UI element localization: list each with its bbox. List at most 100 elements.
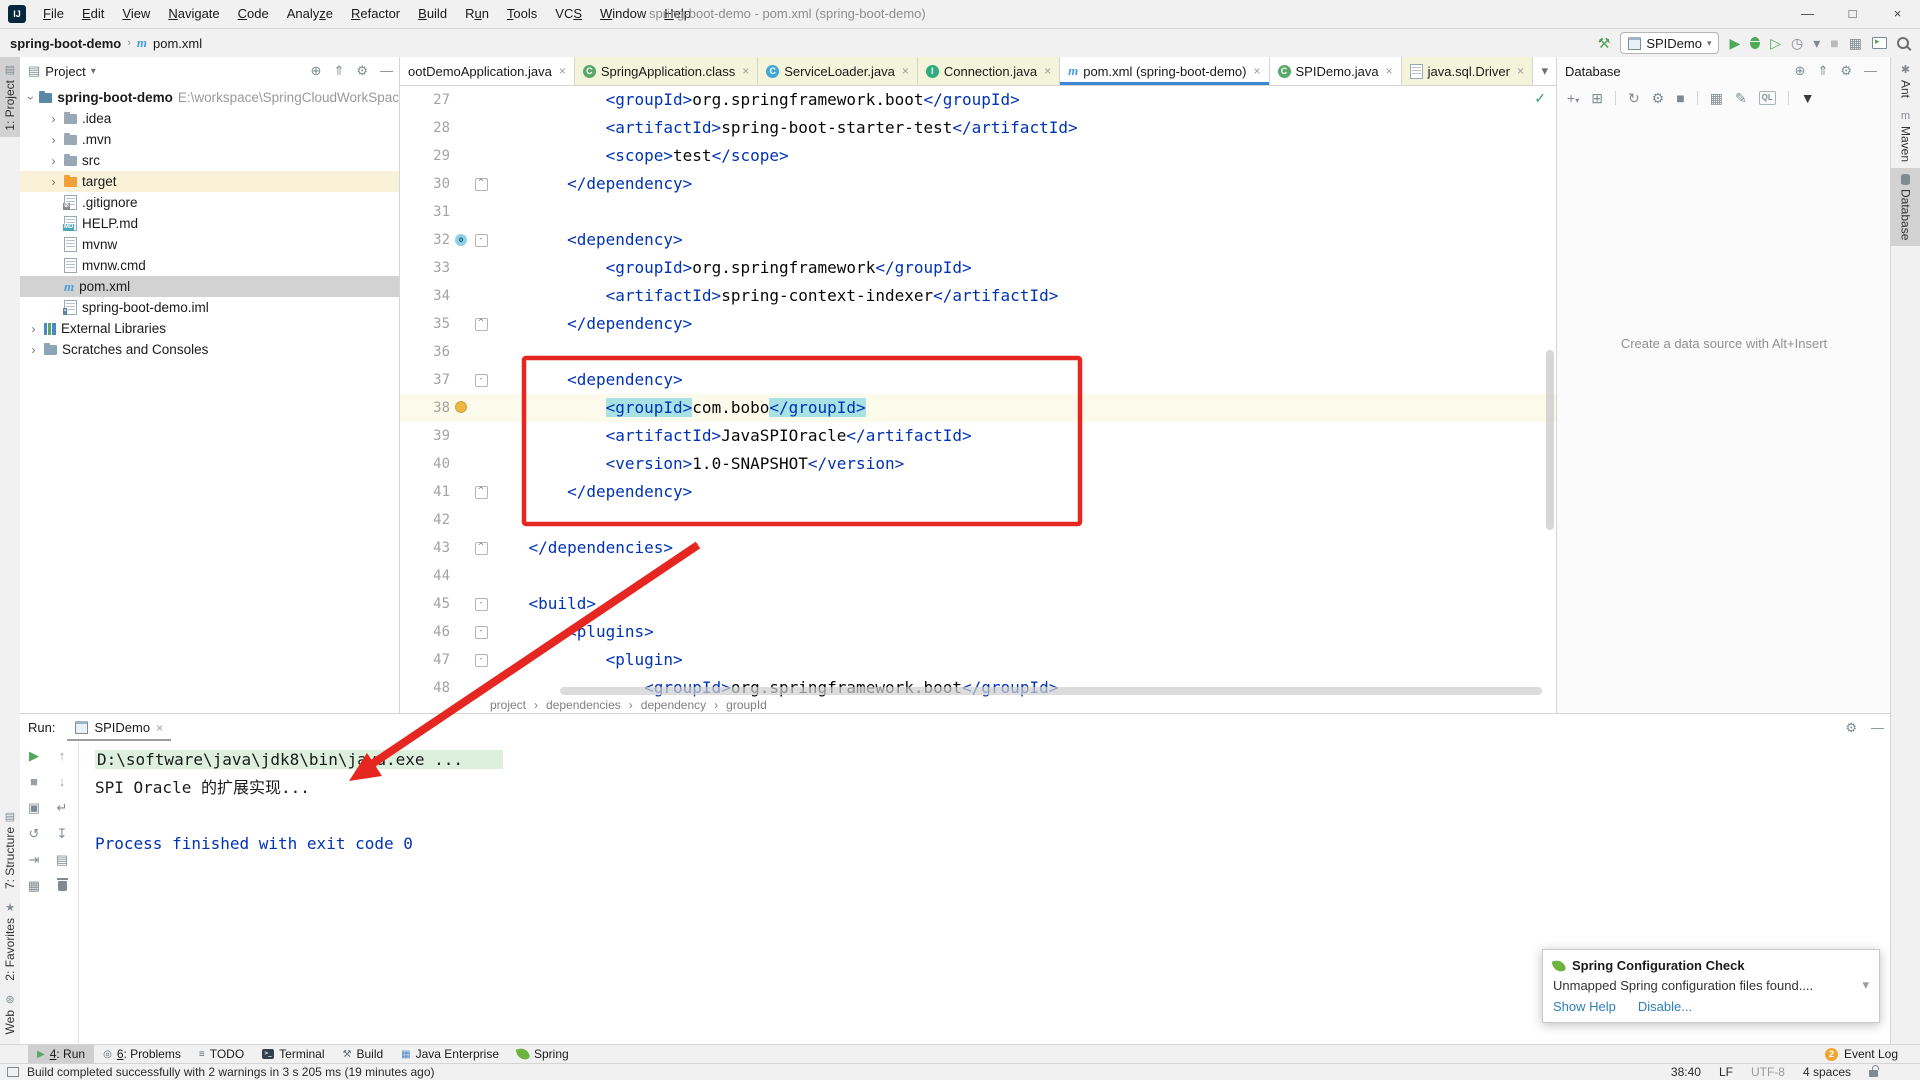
collapse-all-button[interactable]: ⇑ [1817, 63, 1828, 79]
tree-item[interactable]: m pom.xml [20, 276, 399, 297]
change-marker-icon[interactable]: o [455, 234, 467, 246]
fold-end-icon[interactable]: ^ [474, 541, 488, 555]
data-source-properties-button[interactable]: ⚙ [1652, 91, 1665, 105]
chevron-icon[interactable]: › [48, 133, 59, 147]
menu-code[interactable]: Code [229, 0, 278, 28]
menu-analyze[interactable]: Analyze [278, 0, 342, 28]
tab-overflow-chevron-icon[interactable]: ▾ [1533, 63, 1556, 79]
settings-button[interactable]: ⚙ [1840, 63, 1852, 79]
tool-strip-ant[interactable]: ✱ Ant [1891, 57, 1920, 104]
scroll-to-end-button[interactable]: ↧ [57, 827, 68, 840]
close-icon[interactable]: × [1386, 64, 1393, 78]
event-log[interactable]: 2 Event Log [1824, 1047, 1898, 1061]
editor-tab[interactable]: C SPIDemo.java × [1270, 57, 1402, 85]
console-output[interactable]: D:\software\java\jdk8\bin\java.exe ... SP… [95, 746, 1870, 858]
minimize-button[interactable]: — [1785, 0, 1830, 28]
filter-button[interactable]: ▼ [1801, 91, 1815, 105]
rerun-button[interactable]: ▶ [29, 749, 39, 762]
fold-start-icon[interactable]: - [474, 625, 488, 639]
tool-strip-database[interactable]: Database [1891, 168, 1920, 247]
chevron-icon[interactable]: › [48, 154, 59, 168]
hide-button[interactable]: — [1871, 720, 1884, 736]
toolwindow-button-6-problems[interactable]: ◎ 6: Problems [94, 1045, 190, 1063]
toolwindow-toggle-icon[interactable] [7, 1067, 19, 1077]
status-4-spaces[interactable]: 4 spaces [1803, 1065, 1851, 1079]
tree-item[interactable]: › src [20, 150, 399, 171]
notification-link-show-help[interactable]: Show Help [1553, 999, 1616, 1014]
breadcrumb-project[interactable]: project [490, 698, 526, 712]
collapse-all-button[interactable]: ⇑ [333, 63, 344, 79]
tree-item[interactable]: mvnw.cmd [20, 255, 399, 276]
fold-start-icon[interactable]: - [474, 653, 488, 667]
fold-start-icon[interactable]: - [474, 597, 488, 611]
toolwindow-button-4-run[interactable]: ▶ 4: Run [28, 1045, 95, 1063]
tool-strip-maven[interactable]: m Maven [1891, 104, 1920, 168]
toolwindow-button-todo[interactable]: ≡ TODO [190, 1045, 253, 1063]
tree-item[interactable]: › .idea [20, 108, 399, 129]
search-everywhere-button[interactable] [1897, 37, 1909, 49]
editor-tab[interactable]: java.sql.Driver × [1401, 57, 1533, 85]
menu-window[interactable]: Window [591, 0, 655, 28]
chevron-icon[interactable]: › [28, 343, 39, 357]
close-icon[interactable]: × [156, 721, 163, 735]
hide-button[interactable]: — [380, 63, 393, 79]
tree-item[interactable]: › target [20, 171, 399, 192]
exit-button[interactable]: ⇥ [29, 853, 40, 866]
debug-button[interactable] [1750, 37, 1761, 49]
close-icon[interactable]: × [742, 64, 749, 78]
menu-build[interactable]: Build [409, 0, 456, 28]
fold-end-icon[interactable]: ^ [474, 485, 488, 499]
tool-strip-2-favorites[interactable]: ★ 2: Favorites [0, 895, 20, 987]
status-utf-8[interactable]: UTF-8 [1751, 1065, 1785, 1079]
breadcrumb-file[interactable]: pom.xml [153, 36, 202, 51]
hide-button[interactable]: — [1864, 63, 1877, 79]
profiler-dropdown[interactable]: ▾ [1813, 36, 1820, 50]
menu-navigate[interactable]: Navigate [159, 0, 228, 28]
menu-refactor[interactable]: Refactor [342, 0, 409, 28]
tool-strip-1-project[interactable]: ▤ 1: Project [0, 57, 20, 137]
add-data-source-button[interactable]: +▾ [1567, 91, 1579, 105]
chevron-icon[interactable]: › [28, 322, 39, 336]
breadcrumb-dependency[interactable]: dependency [641, 698, 706, 712]
build-project-button[interactable]: ⚒ [1598, 36, 1611, 50]
lock-icon[interactable] [1869, 1065, 1879, 1077]
fold-start-icon[interactable]: - [474, 233, 488, 247]
toolwindow-button-terminal[interactable]: >_ Terminal [253, 1045, 333, 1063]
tree-item[interactable]: MD HELP.md [20, 213, 399, 234]
run-config-combo[interactable]: SPIDemo ▾ [1620, 32, 1720, 54]
stop-button[interactable]: ■ [1830, 36, 1838, 50]
breadcrumb-dependencies[interactable]: dependencies [546, 698, 621, 712]
horizontal-scrollbar[interactable] [560, 687, 1542, 695]
run-anything-button[interactable] [1872, 36, 1887, 49]
tool-strip-web[interactable]: ⊛ Web [0, 987, 20, 1040]
layout-button[interactable]: ▦ [1849, 36, 1862, 50]
tool-strip-7-structure[interactable]: ▤ 7: Structure [0, 804, 20, 895]
profiler-button[interactable]: ◷ [1791, 36, 1803, 50]
stop-button[interactable]: ■ [1676, 91, 1684, 105]
stop-button[interactable]: ■ [30, 775, 38, 788]
toolwindow-button-spring[interactable]: Spring [508, 1045, 578, 1063]
close-icon[interactable]: × [1517, 64, 1524, 78]
fold-start-icon[interactable]: - [474, 373, 488, 387]
duplicate-button[interactable]: ⊞ [1591, 91, 1603, 105]
settings-button[interactable]: ⚙ [356, 63, 368, 79]
intention-bulb-icon[interactable] [455, 400, 467, 413]
editor-tab[interactable]: I Connection.java × [917, 57, 1061, 85]
coverage-button[interactable]: ▷ [1770, 36, 1781, 50]
menu-view[interactable]: View [113, 0, 159, 28]
inspection-ok-icon[interactable]: ✓ [1534, 90, 1546, 107]
chevron-down-icon[interactable]: ▾ [91, 66, 96, 77]
chevron-icon[interactable]: › [48, 112, 59, 126]
run-console-tab[interactable]: SPIDemo × [67, 714, 171, 741]
editor-tab[interactable]: ootDemoApplication.java × [400, 57, 575, 85]
tree-item[interactable]: › spring-boot-demo E:\workspace\SpringClo… [20, 87, 399, 108]
close-icon[interactable]: × [1254, 64, 1261, 78]
soft-wrap-button[interactable]: ↵ [57, 801, 68, 814]
menu-tools[interactable]: Tools [498, 0, 546, 28]
breadcrumb-project[interactable]: spring-boot-demo [10, 36, 121, 51]
run-button[interactable]: ▶ [1729, 36, 1740, 50]
chevron-down-icon[interactable]: ▾ [1862, 977, 1869, 993]
up-stack-button[interactable]: ↑ [59, 749, 66, 762]
layout-settings-button[interactable]: ▦ [28, 879, 40, 892]
close-icon[interactable]: × [559, 64, 566, 78]
